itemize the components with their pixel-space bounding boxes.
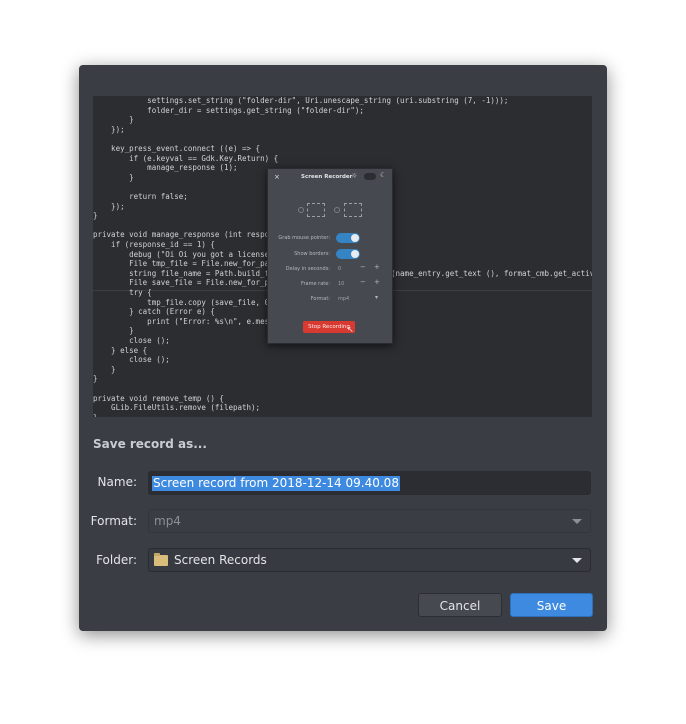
format-select[interactable]: mp4 — [148, 509, 591, 533]
code-line: close (); — [93, 355, 170, 365]
format-label: Format: — [90, 514, 137, 528]
code-line: } — [93, 172, 134, 182]
code-line: GLib.FileUtils.remove (filepath); — [93, 403, 261, 413]
name-label: Name: — [97, 475, 137, 489]
code-line: if (e.keyval == Gdk.Key.Return) { — [93, 153, 279, 163]
recorder-format-label: Format: — [310, 296, 330, 302]
framerate-value: 10 — [338, 281, 345, 287]
show-borders-switch — [336, 249, 360, 259]
chevron-down-icon: ▾ — [375, 294, 379, 301]
screen-recorder-window: × Screen Recorder ☼ ☾ Grab mouse pointer… — [267, 168, 393, 344]
code-line: } else { — [93, 345, 148, 355]
minus-icon: − — [360, 278, 366, 286]
save-dialog: settings.set_string ("folder-dir", Uri.u… — [79, 65, 607, 631]
code-line: manage_response (1); — [93, 163, 238, 173]
folder-label: Folder: — [96, 553, 137, 567]
chevron-down-icon — [572, 558, 582, 563]
chevron-down-icon — [572, 519, 582, 524]
code-line: settings.set_string ("folder-dir", Uri.u… — [93, 96, 509, 105]
capture-area-icon — [344, 203, 362, 217]
code-line: private void manage_response (int respo — [93, 230, 270, 240]
format-select-value: mp4 — [154, 514, 181, 528]
code-line: } — [93, 211, 98, 221]
code-line: } catch (Error e) { — [93, 307, 215, 317]
code-line: if (response_id == 1) { — [93, 240, 215, 249]
capture-screen-radio — [298, 207, 304, 213]
gear-icon: ☼ — [351, 172, 358, 180]
code-line: tmp_file.copy (save_file, 0 — [93, 297, 270, 307]
moon-icon: ☾ — [380, 171, 387, 179]
plus-icon: + — [374, 263, 380, 271]
recorder-title: Screen Recorder — [301, 174, 353, 180]
code-line: }); — [93, 124, 125, 134]
capture-area-radio — [334, 207, 340, 213]
delay-label: Delay in seconds: — [285, 266, 330, 272]
grab-pointer-switch — [336, 233, 360, 243]
code-line: return false; — [93, 192, 188, 201]
cancel-button[interactable]: Cancel — [418, 593, 502, 617]
folder-icon — [154, 553, 168, 566]
show-borders-label: Show borders: — [294, 251, 330, 257]
code-line: try { — [93, 288, 152, 297]
code-line: debug ("Oi Oi you got a license — [93, 249, 270, 259]
save-button[interactable]: Save — [510, 593, 593, 617]
capture-screen-icon — [307, 203, 325, 217]
code-line: print ("Error: %s\n", e.mes — [93, 316, 270, 326]
code-line: }); — [93, 201, 125, 211]
code-line: close (); — [93, 336, 170, 345]
plus-icon: + — [374, 278, 380, 286]
code-line: } — [93, 374, 98, 384]
name-input[interactable]: Screen record from 2018-12-14 09.40.08 — [148, 471, 591, 495]
code-line: File tmp_file = File.new_for_pa — [93, 259, 270, 269]
mouse-pointer-icon: ↖ — [347, 325, 354, 334]
close-icon: × — [274, 173, 280, 181]
folder-select[interactable]: Screen Records — [148, 548, 591, 572]
grab-pointer-label: Grab mouse pointer: — [278, 235, 330, 241]
code-line: } — [93, 364, 116, 374]
video-preview: settings.set_string ("folder-dir", Uri.u… — [93, 96, 592, 417]
theme-toggle — [364, 173, 376, 180]
framerate-label: Frame rate: — [300, 281, 330, 287]
name-input-value[interactable]: Screen record from 2018-12-14 09.40.08 — [152, 476, 400, 491]
code-line: key_press_event.connect ((e) => { — [93, 144, 261, 153]
delay-value: 0 — [338, 266, 342, 272]
code-line: private void remove_temp () { — [93, 393, 224, 403]
minus-icon: − — [360, 263, 366, 271]
folder-select-value: Screen Records — [174, 553, 267, 567]
section-title: Save record as... — [93, 437, 207, 451]
code-line: } — [93, 413, 98, 417]
code-line: } — [93, 326, 134, 336]
code-line: } — [93, 115, 134, 125]
recorder-format-value: mp4 — [338, 296, 350, 302]
code-line: folder_dir = settings.get_string ("folde… — [93, 105, 364, 115]
recorder-header: × Screen Recorder ☼ ☾ — [268, 169, 392, 187]
code-line: File save_file = File.new_for_p — [93, 278, 270, 288]
